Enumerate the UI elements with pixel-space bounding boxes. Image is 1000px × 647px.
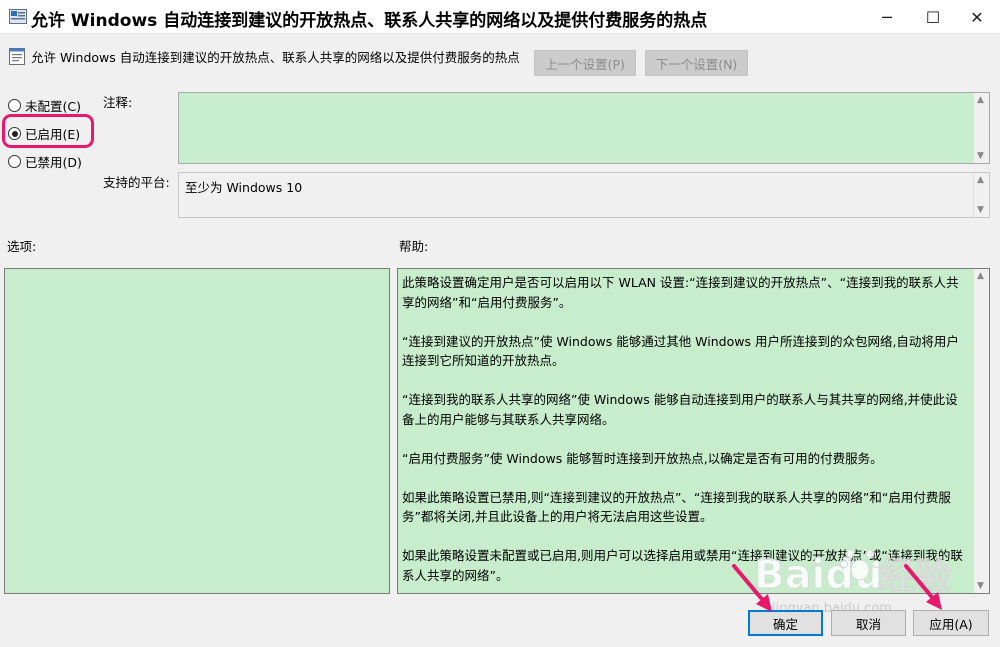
help-paragraph: “启用付费服务”使 Windows 能够暂时连接到开放热点,以确定是否有可用的付… (402, 450, 883, 466)
platform-value: 至少为 Windows 10 (185, 180, 303, 195)
help-paragraph: 如果此策略设置已禁用,则“连接到建议的开放热点”、“连接到我的联系人共享的网络”… (402, 489, 951, 525)
annotation-highlight-enabled (2, 114, 94, 148)
platform-label: 支持的平台: (103, 175, 170, 190)
minimize-button[interactable]: ─ (864, 0, 910, 34)
scroll-down-icon[interactable]: ▼ (977, 151, 984, 161)
radio-not-configured[interactable]: 未配置(C) (8, 96, 81, 115)
policy-setting-icon (9, 48, 25, 65)
scroll-up-icon[interactable]: ▲ (977, 271, 984, 281)
help-label: 帮助: (399, 239, 429, 254)
previous-setting-button[interactable]: 上一个设置(P) (534, 50, 636, 76)
maximize-button[interactable]: ☐ (910, 0, 956, 34)
radio-label: 未配置(C) (25, 99, 81, 114)
policy-editor-icon (9, 9, 27, 24)
help-paragraph: “连接到建议的开放热点”使 Windows 能够通过其他 Windows 用户所… (402, 333, 959, 369)
radio-disabled[interactable]: 已禁用(D) (8, 152, 82, 171)
title-bar: 允许 Windows 自动连接到建议的开放热点、联系人共享的网络以及提供付费服务… (0, 0, 1000, 34)
help-scrollbar[interactable]: ▲ ▼ (973, 269, 989, 593)
options-label: 选项: (7, 239, 37, 254)
comment-textarea[interactable]: ▲ ▼ (178, 92, 990, 164)
help-paragraph: “连接到我的联系人共享的网络”使 Windows 能够自动连接到用户的联系人与其… (402, 392, 958, 427)
annotation-arrow-icon (904, 564, 942, 610)
policy-name: 允许 Windows 自动连接到建议的开放热点、联系人共享的网络以及提供付费服务… (31, 50, 520, 65)
platform-scrollbar[interactable]: ▲ ▼ (973, 173, 989, 217)
next-setting-button[interactable]: 下一个设置(N) (645, 50, 748, 76)
comment-scrollbar[interactable]: ▲ ▼ (973, 93, 989, 163)
annotation-arrow-icon (732, 564, 772, 612)
comment-label: 注释: (103, 95, 133, 110)
scroll-up-icon[interactable]: ▲ (977, 175, 984, 185)
cancel-button[interactable]: 取消 (831, 610, 906, 636)
close-button[interactable]: ✕ (954, 0, 1000, 34)
help-paragraph: 此策略设置确定用户是否可以启用以下 WLAN 设置:“连接到建议的开放热点”、“… (402, 275, 959, 310)
policy-header: 允许 Windows 自动连接到建议的开放热点、联系人共享的网络以及提供付费服务… (0, 34, 1000, 84)
options-pane (4, 268, 390, 594)
window-title: 允许 Windows 自动连接到建议的开放热点、联系人共享的网络以及提供付费服务… (31, 11, 708, 31)
platform-field: 至少为 Windows 10 ▲ ▼ (178, 172, 990, 218)
radio-label: 已禁用(D) (25, 155, 82, 170)
radio-button[interactable] (8, 155, 21, 168)
scroll-down-icon[interactable]: ▼ (977, 205, 984, 215)
radio-button[interactable] (8, 99, 21, 112)
scroll-down-icon[interactable]: ▼ (977, 581, 984, 591)
scroll-up-icon[interactable]: ▲ (977, 95, 984, 105)
